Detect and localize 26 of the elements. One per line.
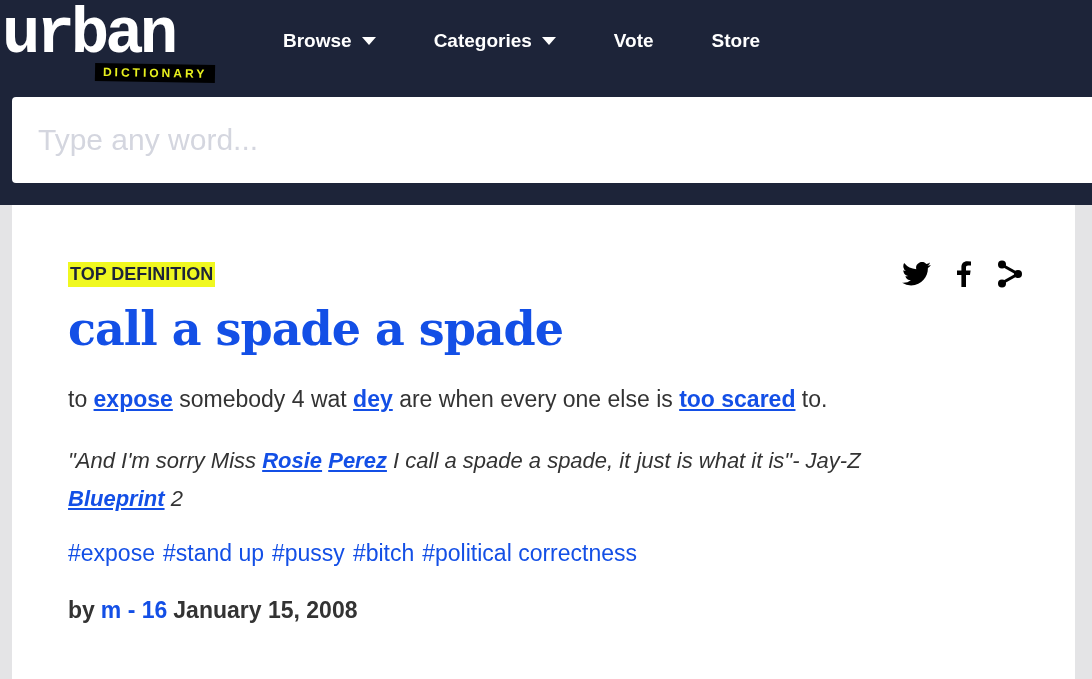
- logo-badge: DICTIONARY: [94, 62, 216, 84]
- definition-text: to expose somebody 4 wat dey are when every one else is too scared to.: [68, 385, 829, 414]
- nav-link[interactable]: Store: [682, 26, 790, 56]
- example-text: "And I'm sorry Miss Rosie Perez I call a spade a spade, it just is what it is"- Jay-Z Blueprint 2: [68, 447, 863, 513]
- hashtag-link[interactable]: #expose: [68, 540, 155, 567]
- facebook-icon[interactable]: [957, 261, 971, 287]
- hashtag-link[interactable]: #political correctness: [422, 540, 637, 567]
- hashtag-link[interactable]: #stand up: [162, 540, 264, 567]
- definition-link[interactable]: dey: [353, 386, 393, 412]
- nav-link[interactable]: Browse: [254, 26, 405, 56]
- share-icon[interactable]: [997, 260, 1023, 288]
- definition-link[interactable]: expose: [93, 386, 173, 412]
- definition-link[interactable]: Blueprint: [68, 486, 165, 511]
- date-text: January 15, 2008: [173, 597, 358, 624]
- hashtag-link[interactable]: #pussy: [272, 540, 345, 567]
- hashtag-link[interactable]: #bitch: [352, 540, 415, 567]
- nav-link[interactable]: Vote: [584, 26, 683, 56]
- definition-link[interactable]: Perez: [328, 448, 387, 473]
- definition-label: TOP DEFINITION: [68, 261, 216, 287]
- definition-title[interactable]: call a spade a spade: [68, 302, 1075, 356]
- definition-link[interactable]: too scared: [679, 386, 796, 412]
- definition-link[interactable]: Rosie: [262, 448, 323, 473]
- nav-link[interactable]: Categories: [404, 26, 585, 56]
- byline-label: by: [68, 597, 95, 624]
- bird-icon[interactable]: [902, 262, 931, 286]
- author-link[interactable]: m - 16: [100, 597, 168, 624]
